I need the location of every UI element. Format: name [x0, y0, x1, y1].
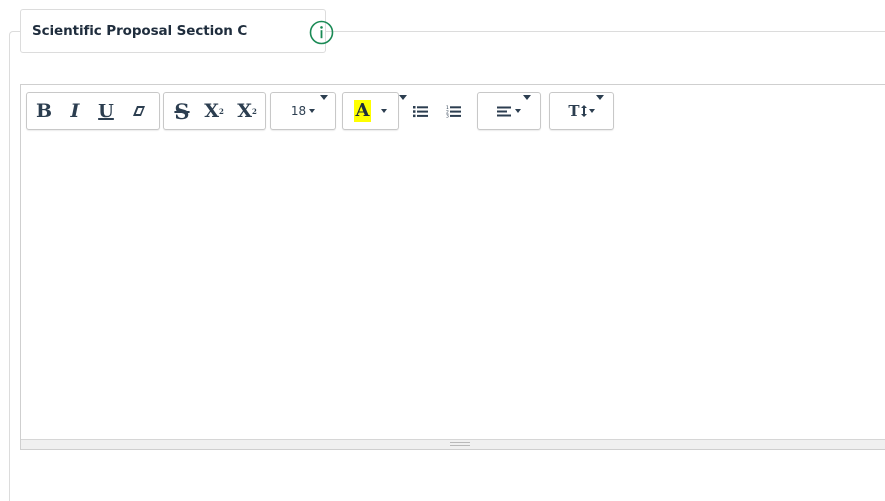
- superscript-label: X: [204, 100, 219, 122]
- ordered-list-icon: 1 2 3: [446, 105, 461, 118]
- editor-content-area[interactable]: [21, 135, 885, 440]
- clear-format-button[interactable]: [123, 93, 155, 129]
- editor-statusbar: [21, 439, 885, 449]
- bold-button[interactable]: B: [29, 93, 59, 129]
- svg-text:3: 3: [446, 113, 449, 117]
- section-header: Scientific Proposal Section C: [20, 9, 334, 53]
- line-height-icon: [580, 105, 587, 117]
- strikethrough-button[interactable]: S: [167, 93, 197, 129]
- subscript-label: X: [237, 100, 252, 122]
- subscript-mark: 2: [251, 106, 257, 116]
- chevron-down-icon: [309, 109, 316, 113]
- superscript-mark: 2: [218, 106, 224, 116]
- dropdown-corner-icon: [596, 95, 604, 100]
- dropdown-corner-icon: [320, 95, 328, 100]
- unordered-list-icon: [412, 105, 428, 117]
- ordered-list-button[interactable]: 1 2 3: [439, 92, 467, 130]
- align-left-icon: [497, 106, 511, 116]
- section-title: Scientific Proposal Section C: [32, 23, 248, 39]
- chevron-down-icon: [588, 109, 595, 113]
- alignment-group: [477, 92, 541, 130]
- chevron-down-icon: [381, 109, 388, 113]
- text-style-group: B I U: [26, 92, 160, 130]
- highlight-color-dropdown[interactable]: A: [343, 93, 398, 129]
- line-height-group: T: [549, 92, 614, 130]
- font-size-value: 18: [290, 104, 307, 118]
- script-group: S X2 X2: [163, 92, 266, 130]
- highlight-group: A: [342, 92, 407, 130]
- font-size-group: 18: [270, 92, 336, 130]
- editor-toolbar: B I U S X2 X2 18 A 1 2 3 T: [21, 85, 885, 135]
- rich-text-editor: B I U S X2 X2 18 A 1 2 3 T: [20, 84, 885, 450]
- unordered-list-button[interactable]: [406, 92, 434, 130]
- underline-button[interactable]: U: [91, 93, 121, 129]
- eraser-icon: [133, 106, 145, 116]
- chevron-down-icon: [515, 109, 521, 113]
- info-circle-icon[interactable]: [309, 20, 334, 45]
- dropdown-corner-icon: [523, 95, 531, 100]
- resize-handle[interactable]: [450, 442, 470, 446]
- superscript-button[interactable]: X2: [198, 93, 230, 129]
- italic-button[interactable]: I: [60, 93, 90, 129]
- subscript-button[interactable]: X2: [231, 93, 263, 129]
- line-height-label: T: [568, 102, 580, 120]
- highlight-icon: A: [353, 100, 372, 122]
